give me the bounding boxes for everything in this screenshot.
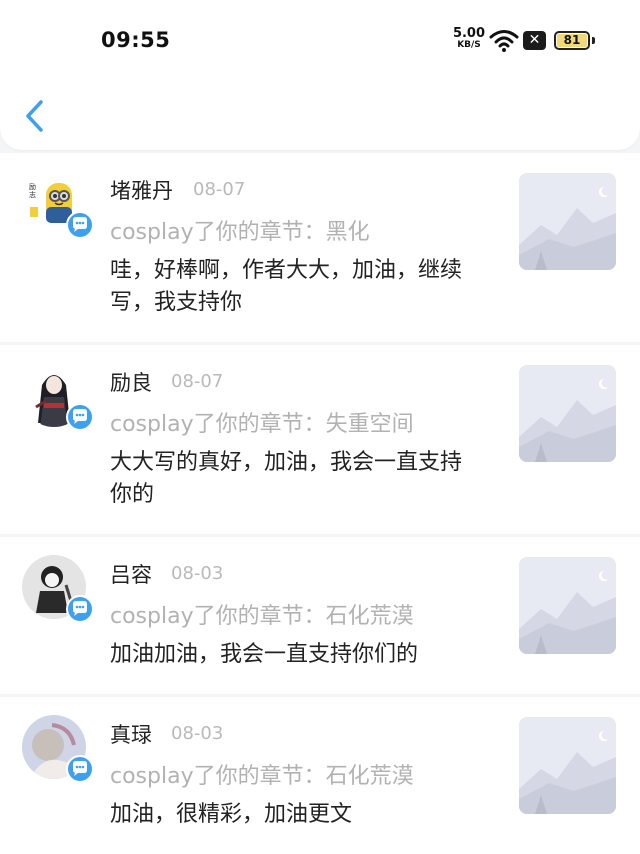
list-item[interactable]: 励 志 堵雅丹 08-07 cosplay了你的章节：黑化 哇，好棒啊，作者大大… <box>0 153 640 342</box>
chapter-thumbnail[interactable] <box>519 173 616 270</box>
battery-level: 81 <box>557 34 587 47</box>
list-item[interactable]: 吕容 08-03 cosplay了你的章节：石化荒漠 加油加油，我会一直支持你们… <box>0 537 640 694</box>
close-icon: ✕ <box>523 31 546 50</box>
comment-text: 哇，好棒啊，作者大大，加油，继续写，我支持你 <box>110 258 463 315</box>
comment-badge-icon <box>66 755 94 783</box>
battery-icon: 81 <box>554 31 590 50</box>
chapter-info[interactable]: cosplay了你的章节：石化荒漠 <box>110 598 414 630</box>
chapter-info[interactable]: cosplay了你的章节：黑化 <box>110 214 370 246</box>
comment-text: 加油，很精彩，加油更文 <box>110 802 353 827</box>
chapter-info[interactable]: cosplay了你的章节：失重空间 <box>110 406 414 438</box>
svg-text:励: 励 <box>29 183 36 191</box>
comment-badge-icon <box>66 211 94 239</box>
network-speed-value: 5.00 <box>452 26 486 41</box>
comment-date: 08-07 <box>171 371 224 392</box>
top-bar: 09:55 5.00 KB/S ✕ 81 <box>0 0 640 150</box>
user-name[interactable]: 励良 <box>110 367 152 397</box>
chapter-info[interactable]: cosplay了你的章节：石化荒漠 <box>110 758 414 790</box>
chapter-thumbnail[interactable] <box>519 557 616 654</box>
user-name[interactable]: 真琭 <box>110 719 152 749</box>
user-name[interactable]: 堵雅丹 <box>110 175 173 205</box>
comment-text: 加油加油，我会一直支持你们的 <box>110 642 419 667</box>
svg-text:志: 志 <box>29 190 36 199</box>
status-icons: 5.00 KB/S ✕ 81 <box>452 27 602 55</box>
network-speed-unit: KB/S <box>457 40 481 50</box>
list-item[interactable]: 励良 08-07 cosplay了你的章节：失重空间 大大写的真好，加油，我会一… <box>0 345 640 534</box>
back-button[interactable] <box>22 98 48 134</box>
comment-date: 08-03 <box>171 563 224 584</box>
chapter-thumbnail[interactable] <box>519 365 616 462</box>
comment-badge-icon <box>66 403 94 431</box>
list-item[interactable]: 真琭 08-03 cosplay了你的章节：石化荒漠 加油，很精彩，加油更文 <box>0 697 640 854</box>
battery-tip <box>592 37 595 44</box>
wifi-icon <box>489 30 519 52</box>
comment-date: 08-07 <box>193 179 246 200</box>
comment-text: 大大写的真好，加油，我会一直支持你的 <box>110 450 463 507</box>
status-time: 09:55 <box>101 28 171 52</box>
chevron-left-icon <box>26 100 43 132</box>
chapter-thumbnail[interactable] <box>519 717 616 814</box>
network-speed: 5.00 KB/S <box>452 27 486 50</box>
user-name[interactable]: 吕容 <box>110 559 152 589</box>
comment-date: 08-03 <box>171 723 224 744</box>
comment-badge-icon <box>66 595 94 623</box>
